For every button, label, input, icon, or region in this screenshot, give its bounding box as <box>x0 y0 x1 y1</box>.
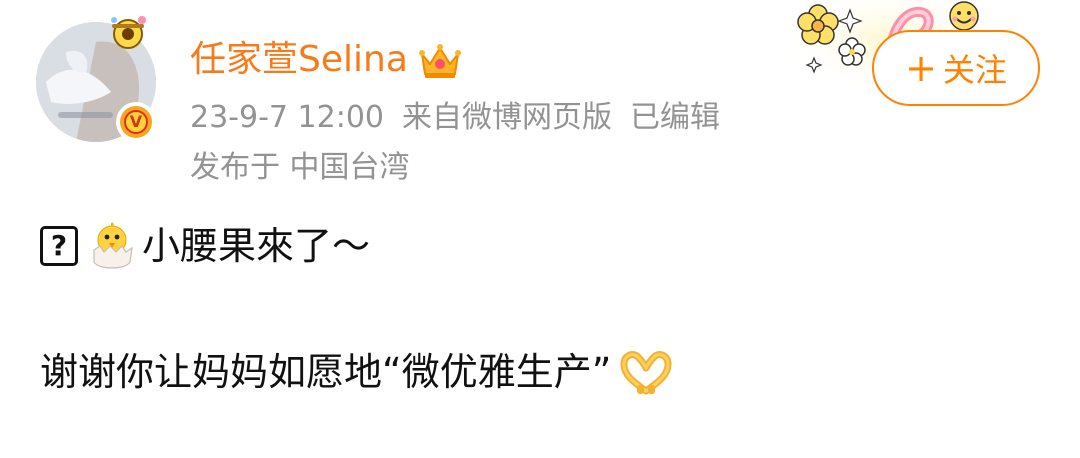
unknown-glyph-icon: ? <box>40 226 78 266</box>
hatching-chick-icon <box>93 222 133 269</box>
heart-hands-icon <box>620 351 672 395</box>
post-text-line: 谢谢你让妈妈如愿地“微优雅生产” <box>40 342 673 402</box>
username[interactable]: 任家萱Selina <box>190 34 408 86</box>
avatar-container[interactable]: V <box>36 16 156 142</box>
verified-badge-icon: V <box>116 102 156 142</box>
avatar-pendant-icon <box>104 12 152 52</box>
plus-icon: + <box>905 46 937 90</box>
post-text-line: ? 小腰果來了～ <box>40 216 370 276</box>
post-location: 发布于 中国台湾 <box>190 150 410 185</box>
post-text-1: 小腰果來了～ <box>142 224 371 268</box>
verified-badge-letter: V <box>124 110 148 134</box>
post-text-2: 谢谢你让妈妈如愿地“微优雅生产” <box>40 350 612 394</box>
post-meta: 23-9-7 12:00 来自微博网页版 已编辑 <box>190 96 720 140</box>
follow-button[interactable]: + 关注 <box>872 30 1040 106</box>
user-header: 任家萱Selina <box>190 34 462 86</box>
post-timestamp[interactable]: 23-9-7 12:00 <box>190 100 384 135</box>
edited-label[interactable]: 已编辑 <box>630 100 720 135</box>
post-source: 来自微博网页版 <box>402 100 612 135</box>
follow-button-label: 关注 <box>942 51 1007 89</box>
crown-icon <box>418 44 461 78</box>
